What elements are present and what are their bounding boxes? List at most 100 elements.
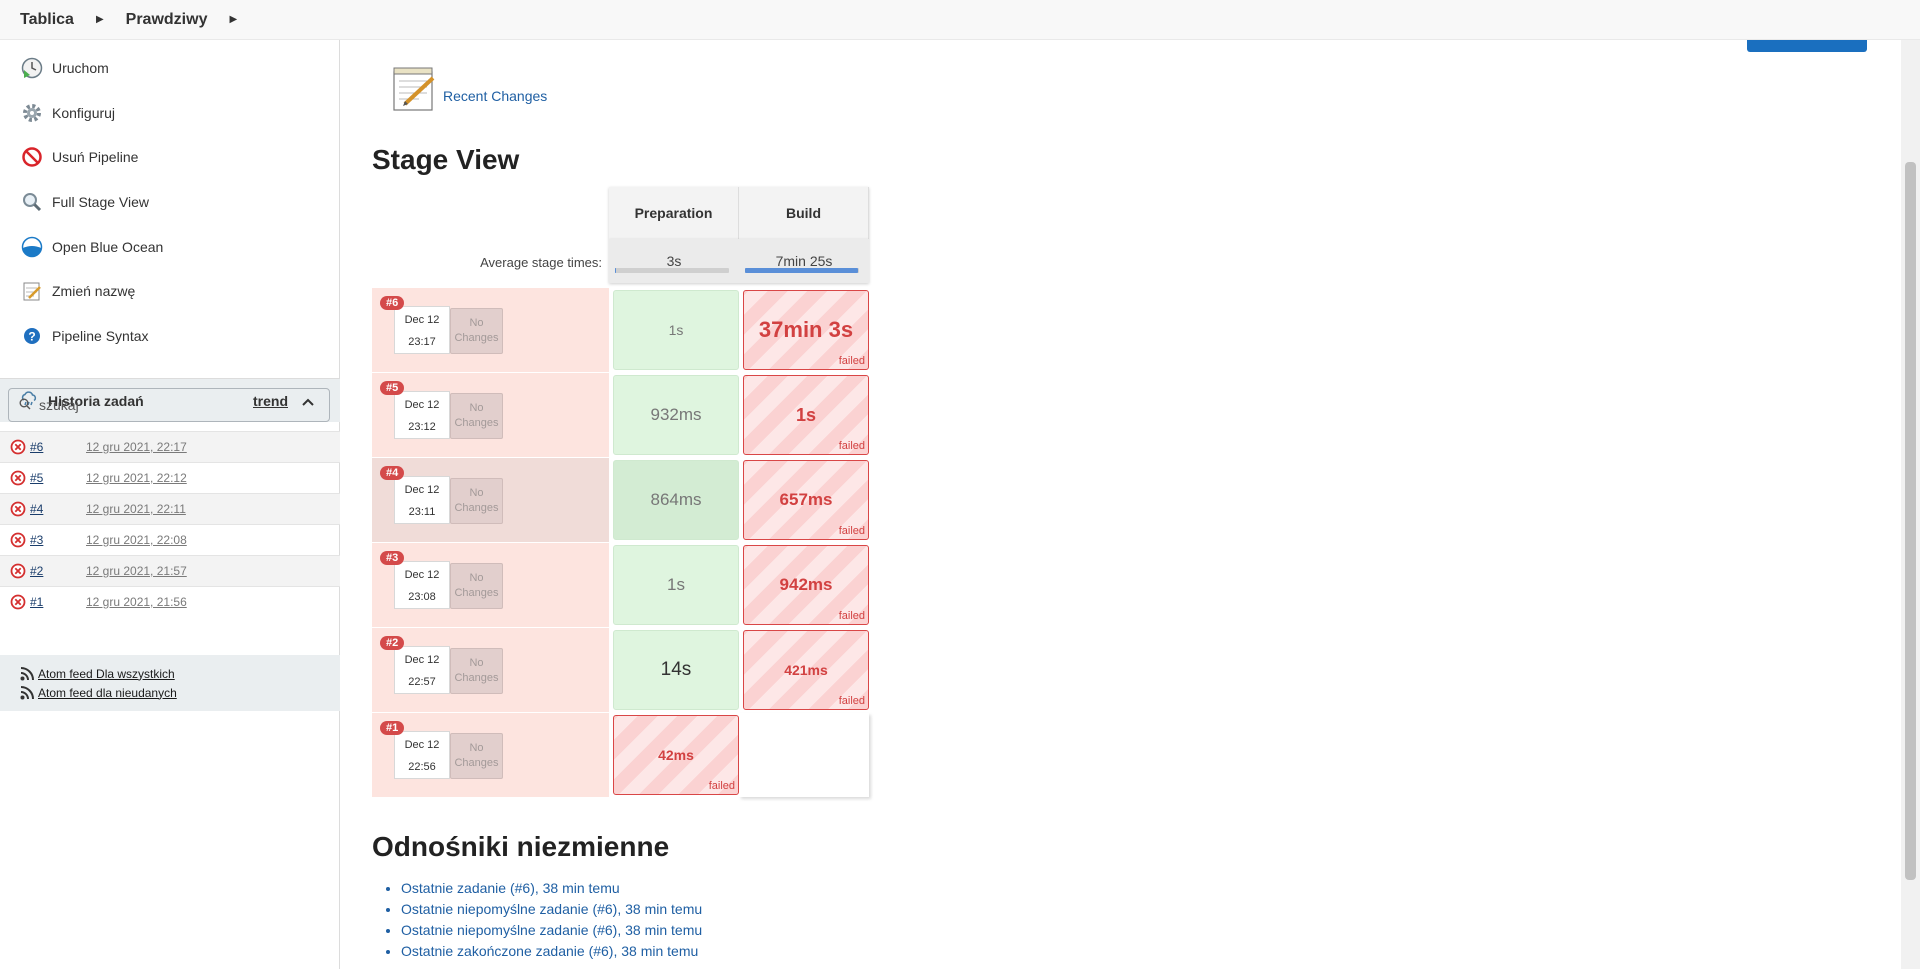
run-row: #4 Dec 12 23:11 No Changes 864ms 657ms fa… bbox=[372, 458, 872, 543]
avg-time-preparation-value: 3s bbox=[666, 253, 682, 269]
run-badge[interactable]: #3 bbox=[380, 551, 405, 565]
breadcrumb-dashboard[interactable]: Tablica bbox=[20, 11, 74, 29]
recent-changes-link[interactable]: Recent Changes bbox=[443, 88, 547, 104]
run-badge[interactable]: #1 bbox=[380, 721, 405, 735]
run-info: #5 Dec 12 23:12 No Changes bbox=[372, 373, 609, 457]
run-date-box: Dec 12 22:57 bbox=[394, 646, 450, 694]
magnifier-icon bbox=[20, 190, 44, 214]
permalink-last-completed[interactable]: Ostatnie zakończone zadanie (#6), 38 min… bbox=[401, 943, 698, 959]
build-search-input[interactable] bbox=[37, 396, 297, 414]
stage-duration: 1s bbox=[668, 322, 684, 338]
run-changes[interactable]: No Changes bbox=[450, 308, 503, 354]
stage-cell-preparation[interactable]: 864ms bbox=[613, 460, 739, 540]
task-full-stage-label: Full Stage View bbox=[52, 194, 150, 211]
failed-label: failed bbox=[838, 695, 865, 707]
task-blue-ocean-label: Open Blue Ocean bbox=[52, 238, 164, 255]
breadcrumb-chevron-icon[interactable]: ▶ bbox=[229, 14, 237, 25]
run-badge[interactable]: #2 bbox=[380, 636, 405, 650]
run-changes[interactable]: No Changes bbox=[450, 563, 503, 609]
scrollbar-thumb[interactable] bbox=[1905, 162, 1916, 880]
feed-failed: Atom feed dla nieudanych bbox=[20, 683, 340, 702]
avg-time-preparation: 3s bbox=[609, 239, 739, 283]
stage-cell-preparation[interactable]: 1s bbox=[613, 290, 739, 370]
build-row: #6 12 gru 2021, 22:17 bbox=[0, 431, 340, 462]
run-date: Dec 12 bbox=[404, 739, 440, 751]
failed-x-icon bbox=[10, 563, 26, 579]
task-pipeline-syntax[interactable]: ? Pipeline Syntax bbox=[0, 314, 339, 359]
permalink-last-unsuccessful[interactable]: Ostatnie niepomyślne zadanie (#6), 38 mi… bbox=[401, 922, 702, 938]
task-configure[interactable]: Konfiguruj bbox=[0, 91, 339, 136]
avg-bar-build bbox=[745, 268, 859, 273]
task-full-stage-view[interactable]: Full Stage View bbox=[0, 180, 339, 225]
run-time: 22:56 bbox=[408, 761, 436, 773]
task-run[interactable]: Uruchom bbox=[0, 46, 339, 91]
feed-all-link[interactable]: Atom feed Dla wszystkich bbox=[38, 667, 175, 681]
run-date: Dec 12 bbox=[404, 484, 440, 496]
run-changes[interactable]: No Changes bbox=[450, 733, 503, 779]
run-badge[interactable]: #5 bbox=[380, 381, 405, 395]
run-badge[interactable]: #4 bbox=[380, 466, 405, 480]
run-time: 23:11 bbox=[408, 506, 436, 518]
task-rename[interactable]: Zmień nazwę bbox=[0, 269, 339, 314]
permalink-item: Ostatnie niepomyślne zadanie (#6), 38 mi… bbox=[401, 899, 702, 920]
stage-header-row: Preparation Build bbox=[609, 187, 869, 239]
run-date: Dec 12 bbox=[404, 314, 440, 326]
notepad-icon bbox=[391, 66, 437, 117]
stage-cell-build[interactable]: 942ms failed bbox=[743, 545, 869, 625]
run-changes[interactable]: No Changes bbox=[450, 478, 503, 524]
build-number-link[interactable]: #1 bbox=[30, 595, 86, 609]
run-info: #2 Dec 12 22:57 No Changes bbox=[372, 628, 609, 712]
run-date: Dec 12 bbox=[404, 569, 440, 581]
run-changes[interactable]: No Changes bbox=[450, 648, 503, 694]
stage-cell-preparation[interactable]: 1s bbox=[613, 545, 739, 625]
task-open-blue-ocean[interactable]: Open Blue Ocean bbox=[0, 224, 339, 269]
page-scrollbar[interactable] bbox=[1901, 40, 1920, 969]
build-number-link[interactable]: #4 bbox=[30, 502, 86, 516]
stage-cell-build[interactable]: 1s failed bbox=[743, 375, 869, 455]
build-date-link[interactable]: 12 gru 2021, 22:08 bbox=[86, 533, 187, 547]
stage-runs: #6 Dec 12 23:17 No Changes 1s 37min 3s fa… bbox=[372, 288, 872, 798]
task-delete-pipeline[interactable]: Usuń Pipeline bbox=[0, 135, 339, 180]
stage-cell-build[interactable]: 657ms failed bbox=[743, 460, 869, 540]
blue-ocean-icon bbox=[20, 235, 44, 259]
build-search-box bbox=[8, 388, 330, 422]
breadcrumb-job[interactable]: Prawdziwy bbox=[126, 11, 208, 29]
stage-cell-preparation[interactable]: 932ms bbox=[613, 375, 739, 455]
feed-failed-link[interactable]: Atom feed dla nieudanych bbox=[38, 686, 177, 700]
run-info: #6 Dec 12 23:17 No Changes bbox=[372, 288, 609, 372]
svg-text:?: ? bbox=[28, 329, 35, 343]
task-list: Uruchom Konfiguruj Usuń Pipeline Full St… bbox=[0, 46, 339, 358]
build-number-link[interactable]: #3 bbox=[30, 533, 86, 547]
failed-label: failed bbox=[838, 355, 865, 367]
permalink-last-build[interactable]: Ostatnie zadanie (#6), 38 min temu bbox=[401, 880, 620, 896]
build-number-link[interactable]: #2 bbox=[30, 564, 86, 578]
permalink-item: Ostatnie niepomyślne zadanie (#6), 38 mi… bbox=[401, 920, 702, 941]
permalink-last-failed[interactable]: Ostatnie niepomyślne zadanie (#6), 38 mi… bbox=[401, 901, 702, 917]
run-badge[interactable]: #6 bbox=[380, 296, 405, 310]
top-action-button[interactable] bbox=[1747, 40, 1867, 52]
avg-time-build: 7min 25s bbox=[739, 239, 869, 283]
notepad-icon bbox=[20, 279, 44, 303]
stage-header-build: Build bbox=[739, 187, 869, 239]
build-search bbox=[8, 388, 330, 422]
build-date-link[interactable]: 12 gru 2021, 21:57 bbox=[86, 564, 187, 578]
run-changes[interactable]: No Changes bbox=[450, 393, 503, 439]
breadcrumb-chevron-icon[interactable]: ▶ bbox=[96, 14, 104, 25]
build-number-link[interactable]: #5 bbox=[30, 471, 86, 485]
stage-cell-build[interactable]: 37min 3s failed bbox=[743, 290, 869, 370]
run-clock-icon bbox=[20, 56, 44, 80]
run-date-box: Dec 12 23:12 bbox=[394, 391, 450, 439]
stage-cell-preparation[interactable]: 14s bbox=[613, 630, 739, 710]
avg-bar-fill bbox=[745, 268, 858, 273]
build-date-link[interactable]: 12 gru 2021, 22:11 bbox=[86, 502, 186, 516]
stage-cell-preparation[interactable]: 42ms failed bbox=[613, 715, 739, 795]
build-number-link[interactable]: #6 bbox=[30, 440, 86, 454]
build-date-link[interactable]: 12 gru 2021, 22:17 bbox=[86, 440, 187, 454]
run-time: 23:17 bbox=[408, 336, 436, 348]
build-date-link[interactable]: 12 gru 2021, 22:12 bbox=[86, 471, 187, 485]
permalink-item: Ostatnie zakończone zadanie (#6), 38 min… bbox=[401, 941, 702, 962]
stage-cell-build[interactable]: 421ms failed bbox=[743, 630, 869, 710]
build-date-link[interactable]: 12 gru 2021, 21:56 bbox=[86, 595, 187, 609]
run-row: #6 Dec 12 23:17 No Changes 1s 37min 3s fa… bbox=[372, 288, 872, 373]
feed-all: Atom feed Dla wszystkich bbox=[20, 664, 340, 683]
